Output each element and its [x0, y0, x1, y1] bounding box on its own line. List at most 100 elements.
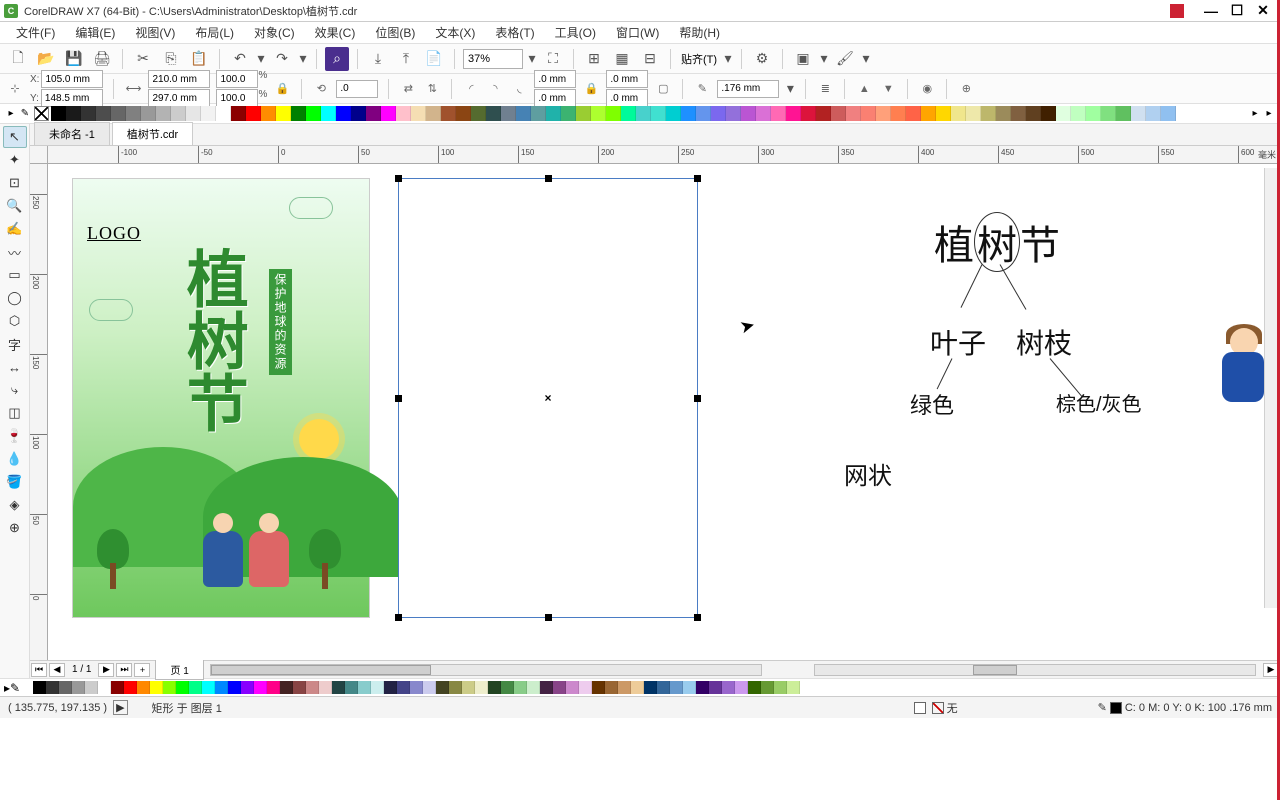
color-swatch[interactable]: [228, 681, 241, 694]
color-swatch[interactable]: [981, 106, 996, 121]
color-swatch[interactable]: [156, 106, 171, 121]
palette-expand[interactable]: ▸: [1262, 107, 1276, 121]
color-swatch[interactable]: [124, 681, 137, 694]
color-swatch[interactable]: [371, 681, 384, 694]
document-tab-1[interactable]: 未命名 -1: [34, 122, 110, 145]
rectangle-tool[interactable]: ▭: [3, 264, 27, 286]
color-swatch[interactable]: [561, 106, 576, 121]
corner-2-field[interactable]: [534, 89, 576, 107]
color-swatch[interactable]: [150, 681, 163, 694]
color-swatch[interactable]: [176, 681, 189, 694]
quick-customize-tool[interactable]: ⊕: [3, 517, 27, 539]
color-swatch[interactable]: [332, 681, 345, 694]
color-swatch[interactable]: [591, 106, 606, 121]
color-swatch[interactable]: [410, 681, 423, 694]
import-button[interactable]: ⤓: [366, 47, 390, 71]
to-back-icon[interactable]: ▼: [879, 80, 897, 98]
add-page-button[interactable]: +: [134, 663, 150, 677]
show-guides-button[interactable]: ⊟: [638, 47, 662, 71]
color-swatch[interactable]: [471, 106, 486, 121]
height-field[interactable]: [148, 89, 210, 107]
last-page-button[interactable]: ⏭: [116, 663, 132, 677]
color-swatch[interactable]: [1011, 106, 1026, 121]
color-swatch[interactable]: [291, 106, 306, 121]
color-swatch[interactable]: [816, 106, 831, 121]
page-tab-1[interactable]: 页 1: [155, 659, 203, 680]
color-swatch[interactable]: [644, 681, 657, 694]
color-swatch[interactable]: [722, 681, 735, 694]
resize-handle-bl[interactable]: [395, 614, 402, 621]
color-swatch[interactable]: [771, 106, 786, 121]
color-swatch[interactable]: [786, 106, 801, 121]
color-swatch[interactable]: [111, 681, 124, 694]
color-swatch[interactable]: [51, 106, 66, 121]
resize-handle-bm[interactable]: [545, 614, 552, 621]
color-swatch[interactable]: [396, 106, 411, 121]
customize-button[interactable]: 🖌: [833, 47, 857, 71]
color-swatch[interactable]: [33, 681, 46, 694]
color-swatch[interactable]: [1146, 106, 1161, 121]
color-eyedropper-tool[interactable]: 💧: [3, 448, 27, 470]
color-swatch[interactable]: [651, 106, 666, 121]
color-swatch[interactable]: [1161, 106, 1176, 121]
color-swatch[interactable]: [306, 106, 321, 121]
show-rulers-button[interactable]: ⊞: [582, 47, 606, 71]
color-swatch[interactable]: [1071, 106, 1086, 121]
eyedropper-icon[interactable]: ✎: [18, 107, 32, 121]
menu-item[interactable]: 位图(B): [365, 22, 425, 43]
color-swatch[interactable]: [449, 681, 462, 694]
color-swatch[interactable]: [216, 106, 231, 121]
menu-item[interactable]: 表格(T): [485, 22, 544, 43]
color-swatch[interactable]: [514, 681, 527, 694]
color-swatch[interactable]: [201, 106, 216, 121]
zoom-dropdown[interactable]: ▾: [527, 47, 537, 71]
mirror-v-icon[interactable]: ⇅: [423, 80, 441, 98]
ruler-origin[interactable]: [30, 146, 48, 164]
color-swatch[interactable]: [1101, 106, 1116, 121]
color-swatch[interactable]: [696, 681, 709, 694]
copy-button[interactable]: ⎘: [159, 47, 183, 71]
save-button[interactable]: 💾: [62, 47, 86, 71]
resize-handle-mr[interactable]: [694, 395, 701, 402]
text-tool[interactable]: 字: [3, 333, 27, 355]
drawing-area[interactable]: LOGO 植树节 保护地球的资源 ×: [48, 164, 1280, 660]
open-button[interactable]: 📂: [34, 47, 58, 71]
scale-y-field[interactable]: [216, 89, 258, 107]
color-swatch[interactable]: [501, 681, 514, 694]
pick-tool[interactable]: ↖: [3, 126, 27, 148]
menu-item[interactable]: 文本(X): [425, 22, 485, 43]
color-swatch[interactable]: [306, 681, 319, 694]
color-swatch[interactable]: [254, 681, 267, 694]
quick-customize-icon[interactable]: ⊕: [957, 80, 975, 98]
color-swatch[interactable]: [441, 106, 456, 121]
outline-color-swatch[interactable]: [1110, 702, 1122, 714]
user-account-icon[interactable]: [1170, 4, 1184, 18]
color-swatch[interactable]: [631, 681, 644, 694]
palette-scroll-left[interactable]: ▸: [4, 107, 18, 121]
resize-handle-br[interactable]: [694, 614, 701, 621]
color-swatch[interactable]: [891, 106, 906, 121]
color-swatch[interactable]: [966, 106, 981, 121]
color-swatch[interactable]: [683, 681, 696, 694]
color-swatch[interactable]: [72, 681, 85, 694]
undo-button[interactable]: ↶: [228, 47, 252, 71]
color-swatch[interactable]: [761, 681, 774, 694]
resize-handle-ml[interactable]: [395, 395, 402, 402]
parallel-dimension-tool[interactable]: ↔: [3, 356, 27, 378]
color-swatch[interactable]: [546, 106, 561, 121]
width-field[interactable]: [148, 70, 210, 88]
redo-dropdown[interactable]: ▾: [298, 47, 308, 71]
color-swatch[interactable]: [345, 681, 358, 694]
color-swatch[interactable]: [215, 681, 228, 694]
color-swatch[interactable]: [319, 681, 332, 694]
crop-tool[interactable]: ⊡: [3, 172, 27, 194]
color-swatch[interactable]: [657, 681, 670, 694]
color-swatch[interactable]: [293, 681, 306, 694]
color-swatch[interactable]: [246, 106, 261, 121]
redo-button[interactable]: ↷: [270, 47, 294, 71]
publish-pdf-button[interactable]: 📄: [422, 47, 446, 71]
resize-handle-tm[interactable]: [545, 175, 552, 182]
color-swatch[interactable]: [996, 106, 1011, 121]
color-swatch[interactable]: [351, 106, 366, 121]
horizontal-scrollbar[interactable]: [210, 664, 762, 676]
